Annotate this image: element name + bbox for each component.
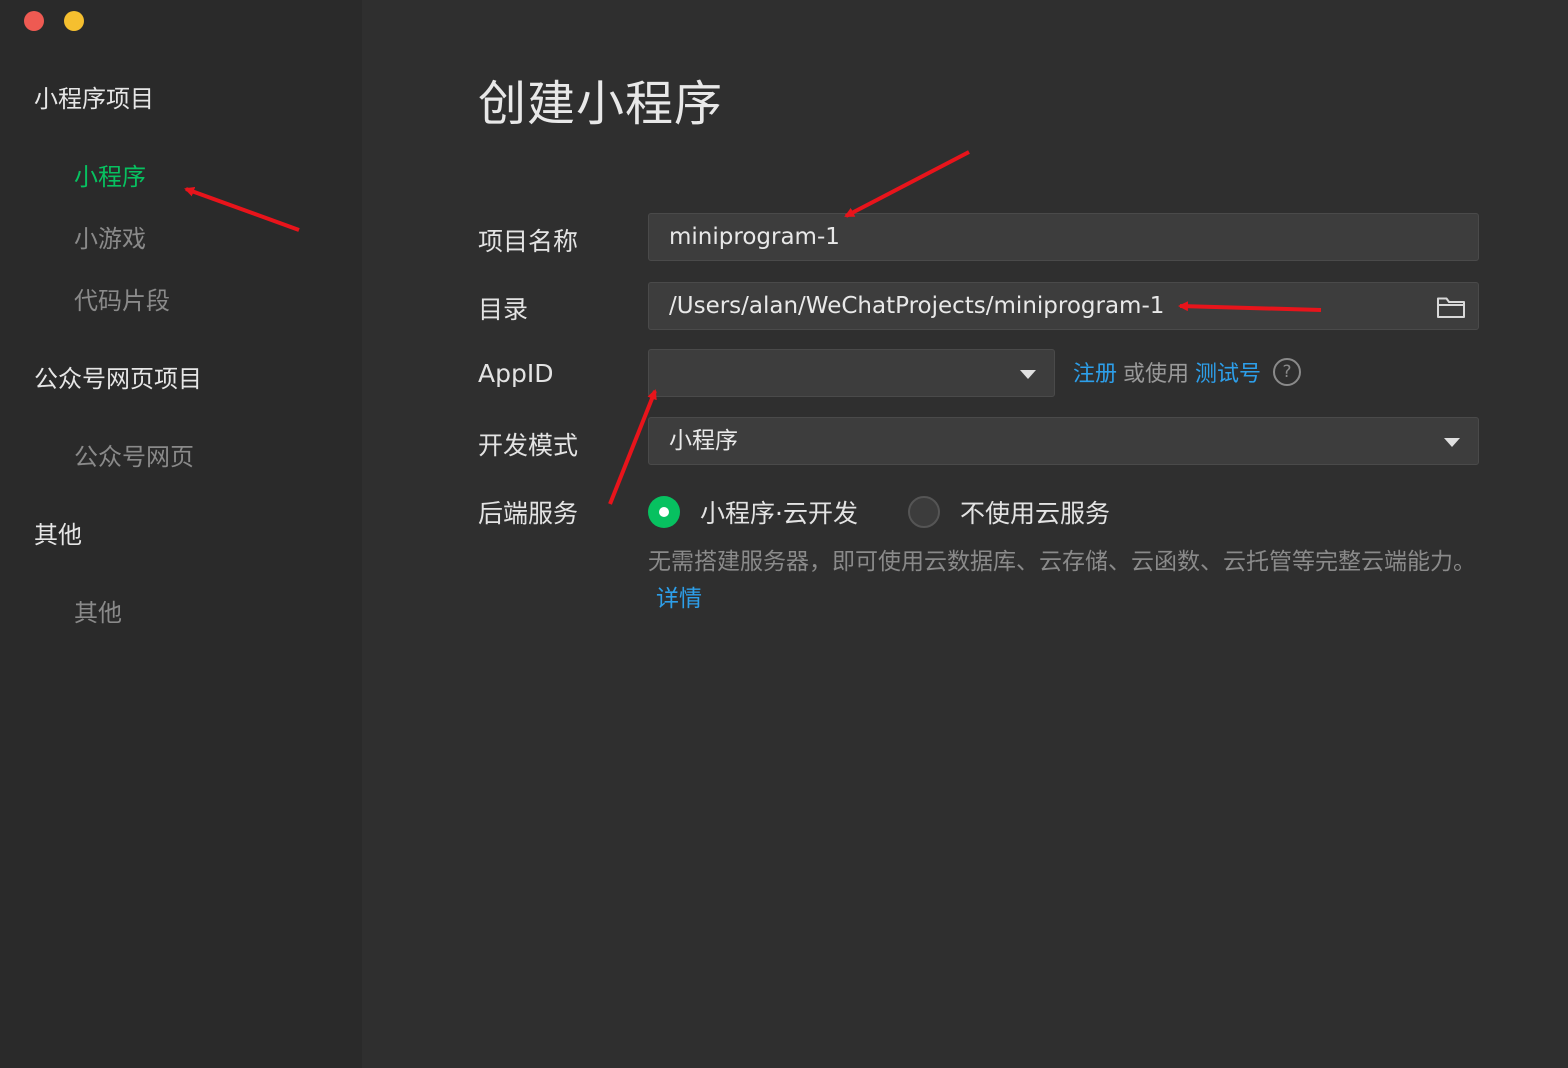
appid-label: AppID [478, 359, 554, 388]
sidebar-item-minigame[interactable]: 小游戏 [74, 219, 146, 254]
backend-description-text: 无需搭建服务器，即可使用云数据库、云存储、云函数、云托管等完整云端能力。 [648, 549, 1476, 575]
annotation-arrow [844, 150, 970, 218]
appid-links: 注册 或使用 测试号 ? [1073, 356, 1302, 388]
radio-cloud-dev[interactable] [648, 496, 680, 528]
sidebar-item-code-snippet[interactable]: 代码片段 [74, 281, 170, 316]
sidebar-item-official-account-web[interactable]: 公众号网页 [74, 437, 194, 472]
radio-no-cloud[interactable] [907, 496, 940, 528]
backend-label: 后端服务 [478, 499, 579, 528]
or-use-text: 或使用 [1123, 362, 1190, 387]
app-window: 小程序项目 小程序 小游戏 代码片段 公众号网页项目 公众号网页 其他 其他 创… [0, 0, 1568, 1068]
project-name-label: 项目名称 [478, 227, 579, 256]
dev-mode-value: 小程序 [669, 428, 738, 454]
project-name-input[interactable]: miniprogram-1 [648, 213, 1479, 261]
radio-no-cloud-label[interactable]: 不使用云服务 [960, 494, 1110, 530]
directory-value: /Users/alan/WeChatProjects/miniprogram-1 [669, 293, 1165, 319]
minimize-window-button[interactable] [64, 11, 84, 31]
directory-label: 目录 [478, 295, 529, 324]
close-window-button[interactable] [24, 11, 44, 31]
register-link[interactable]: 注册 [1073, 356, 1117, 388]
backend-description: 无需搭建服务器，即可使用云数据库、云存储、云函数、云托管等完整云端能力。 详情 [648, 544, 1478, 618]
sidebar-item-miniprogram[interactable]: 小程序 [74, 157, 146, 192]
backend-radio-group: 小程序·云开发 不使用云服务 [648, 494, 1110, 530]
appid-select[interactable] [648, 349, 1055, 397]
details-link[interactable]: 详情 [656, 586, 702, 612]
chevron-down-icon [1444, 438, 1460, 447]
test-account-link[interactable]: 测试号 [1195, 356, 1261, 388]
dev-mode-label: 开发模式 [478, 431, 579, 460]
page-title: 创建小程序 [478, 76, 724, 132]
sidebar-group-other: 其他 [34, 521, 82, 549]
sidebar-item-other[interactable]: 其他 [74, 593, 122, 628]
help-icon[interactable]: ? [1273, 358, 1302, 386]
project-name-value: miniprogram-1 [669, 224, 840, 250]
folder-icon[interactable] [1436, 294, 1466, 320]
directory-input[interactable]: /Users/alan/WeChatProjects/miniprogram-1 [648, 282, 1479, 330]
chevron-down-icon [1020, 370, 1036, 379]
sidebar-group-official-account-web: 公众号网页项目 [34, 365, 202, 393]
radio-cloud-dev-label[interactable]: 小程序·云开发 [700, 494, 858, 530]
sidebar-group-miniprogram-projects: 小程序项目 [34, 85, 154, 113]
dev-mode-select[interactable]: 小程序 [648, 417, 1479, 465]
sidebar: 小程序项目 小程序 小游戏 代码片段 公众号网页项目 公众号网页 其他 其他 [0, 0, 362, 1068]
